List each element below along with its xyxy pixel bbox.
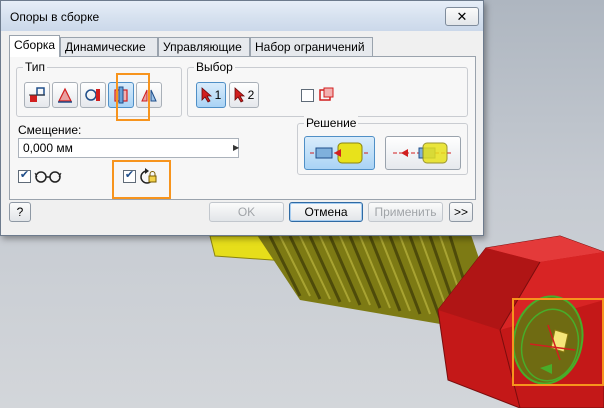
tab-assembly[interactable]: Сборка	[9, 35, 60, 57]
tab-transitional[interactable]: Управляющие	[158, 37, 250, 56]
solution-group: Решение	[297, 116, 468, 175]
type-group-label: Тип	[23, 60, 48, 74]
assembly-tab-pane: Тип Выбор 1 2 Смещение: 0,000 мм ▶ Решен…	[9, 56, 476, 200]
title-bar: Опоры в сборке ✕	[1, 1, 483, 31]
tab-constraint-set[interactable]: Набор ограничений	[250, 37, 373, 56]
select-first-button[interactable]: 1	[196, 82, 226, 108]
pick-part-first-checkbox[interactable]	[301, 89, 314, 102]
tab-label: Набор ограничений	[255, 40, 365, 54]
close-icon: ✕	[456, 8, 468, 24]
offset-arrow-icon[interactable]: ▶	[233, 143, 239, 152]
cancel-button[interactable]: Отмена	[289, 202, 363, 222]
cursor-arrow-icon	[201, 87, 212, 103]
tab-label: Сборка	[14, 38, 56, 52]
offset-label: Смещение:	[18, 123, 82, 137]
offset-input[interactable]: 0,000 мм	[18, 138, 239, 158]
glasses-icon	[34, 171, 62, 183]
more-options-label: >>	[453, 205, 468, 219]
show-preview-checkbox[interactable]	[18, 170, 31, 183]
select-first-label: 1	[214, 88, 222, 102]
ok-label: OK	[237, 205, 256, 219]
mate-constraint-icon	[29, 87, 45, 102]
cursor-arrow-icon	[234, 87, 245, 103]
selection-group-label: Выбор	[194, 60, 235, 74]
dialog-title: Опоры в сборке	[10, 10, 100, 24]
help-icon: ?	[16, 205, 24, 219]
solution-group-label: Решение	[304, 116, 359, 130]
tangent-constraint-icon	[85, 89, 100, 101]
offset-value: 0,000 мм	[23, 141, 73, 155]
apply-button[interactable]: Применить	[368, 202, 443, 222]
apply-label: Применить	[374, 205, 437, 219]
selection-group: Выбор 1 2	[187, 60, 468, 117]
opposed-solution-button[interactable]	[304, 136, 375, 170]
insert-button-highlight-frame	[116, 73, 150, 121]
type-group: Тип	[16, 60, 182, 117]
help-button[interactable]: ?	[9, 202, 31, 222]
mate-constraint-button[interactable]	[24, 82, 50, 108]
angle-constraint-icon	[58, 87, 72, 103]
aligned-solution-button[interactable]	[385, 136, 461, 170]
tangent-constraint-button[interactable]	[80, 82, 106, 108]
opposed-solution-icon	[309, 142, 370, 164]
aligned-solution-icon	[393, 142, 453, 164]
pick-part-first-icon	[319, 87, 334, 101]
more-options-button[interactable]: >>	[449, 202, 473, 222]
ok-button[interactable]: OK	[209, 202, 284, 222]
predict-offset-highlight-frame	[112, 160, 171, 199]
tab-label: Динамические	[65, 40, 146, 54]
selection-highlight-frame	[512, 298, 604, 386]
close-button[interactable]: ✕	[445, 7, 479, 26]
tab-motion[interactable]: Динамические	[60, 37, 158, 56]
tab-label: Управляющие	[163, 40, 242, 54]
angle-constraint-button[interactable]	[52, 82, 78, 108]
cancel-label: Отмена	[304, 205, 348, 219]
select-second-label: 2	[247, 88, 255, 102]
constraint-dialog: Опоры в сборке ✕ Сборка Динамические Упр…	[0, 0, 484, 236]
select-second-button[interactable]: 2	[229, 82, 259, 108]
